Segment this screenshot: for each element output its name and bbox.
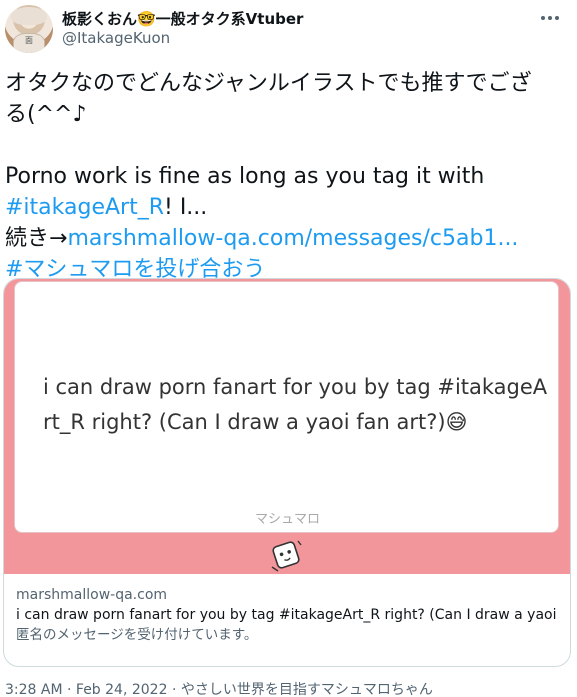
more-options-button[interactable] <box>535 6 565 30</box>
footer-separator-2: · <box>167 682 181 697</box>
avatar-mark: 面 <box>25 36 33 45</box>
hashtag-itakageart-r[interactable]: #itakageArt_R <box>5 195 164 220</box>
display-name[interactable]: 板影くおん🤓一般オタク系Vtuber <box>62 8 303 29</box>
ellipsis-icon <box>540 16 561 20</box>
card-image[interactable]: i can draw porn fanart for you by tag #i… <box>4 279 570 574</box>
tweet-line-4-rest: ! I... <box>164 195 208 220</box>
card-domain: marshmallow-qa.com <box>16 587 168 603</box>
author-name-row[interactable]: 板影くおん🤓一般オタク系Vtuber <box>62 8 303 28</box>
tweet-text: オタクなのでどんなジャンルイラストでも推すでござ る(^^♪ Porno wor… <box>5 68 570 285</box>
tweet-date[interactable]: Feb 24, 2022 <box>76 682 168 697</box>
marshmallow-mascot-icon <box>271 540 302 572</box>
card-question-panel: i can draw porn fanart for you by tag #i… <box>14 281 559 533</box>
tweet-line-3: Porno work is fine as long as you tag it… <box>5 164 485 189</box>
tweet-footer: 3:28 AM · Feb 24, 2022 · やさしい世界を目指すマシュマロ… <box>5 679 433 697</box>
link-preview-card[interactable]: i can draw porn fanart for you by tag #i… <box>3 278 571 667</box>
tweet: 面 板影くおん🤓一般オタク系Vtuber @ItakageKuon オタクなので… <box>0 0 577 697</box>
tweet-source[interactable]: やさしい世界を目指すマシュマロちゃん <box>181 682 433 697</box>
card-meta: marshmallow-qa.com i can draw porn fanar… <box>4 575 570 655</box>
card-question-text: i can draw porn fanart for you by tag #i… <box>43 370 563 440</box>
card-question-line-2: rt_R right? (Can I draw a yaoi fan art?)… <box>43 410 468 434</box>
tweet-line-2: る(^^♪ <box>5 102 87 127</box>
avatar[interactable]: 面 <box>5 5 53 53</box>
continue-label: 続き→ <box>5 226 68 251</box>
footer-separator-1: · <box>62 682 76 697</box>
card-question-line-1: i can draw porn fanart for you by tag #i… <box>43 375 548 399</box>
continue-link[interactable]: marshmallow-qa.com/messages/c5ab1... <box>67 226 518 251</box>
tweet-line-5: 続き→marshmallow-qa.com/messages/c5ab1... <box>5 223 570 254</box>
card-description: 匿名のメッセージを受け付けています。 <box>16 627 258 643</box>
card-title: i can draw porn fanart for you by tag #i… <box>16 607 558 623</box>
avatar-hair <box>11 7 47 25</box>
tweet-time[interactable]: 3:28 AM <box>5 682 63 697</box>
tweet-line-1: オタクなのでどんなジャンルイラストでも推すでござ <box>5 71 532 96</box>
author-handle[interactable]: @ItakageKuon <box>62 29 170 47</box>
card-brand-label: マシュマロ <box>254 512 320 527</box>
tweet-line-4: #itakageArt_R! I... <box>5 192 570 223</box>
